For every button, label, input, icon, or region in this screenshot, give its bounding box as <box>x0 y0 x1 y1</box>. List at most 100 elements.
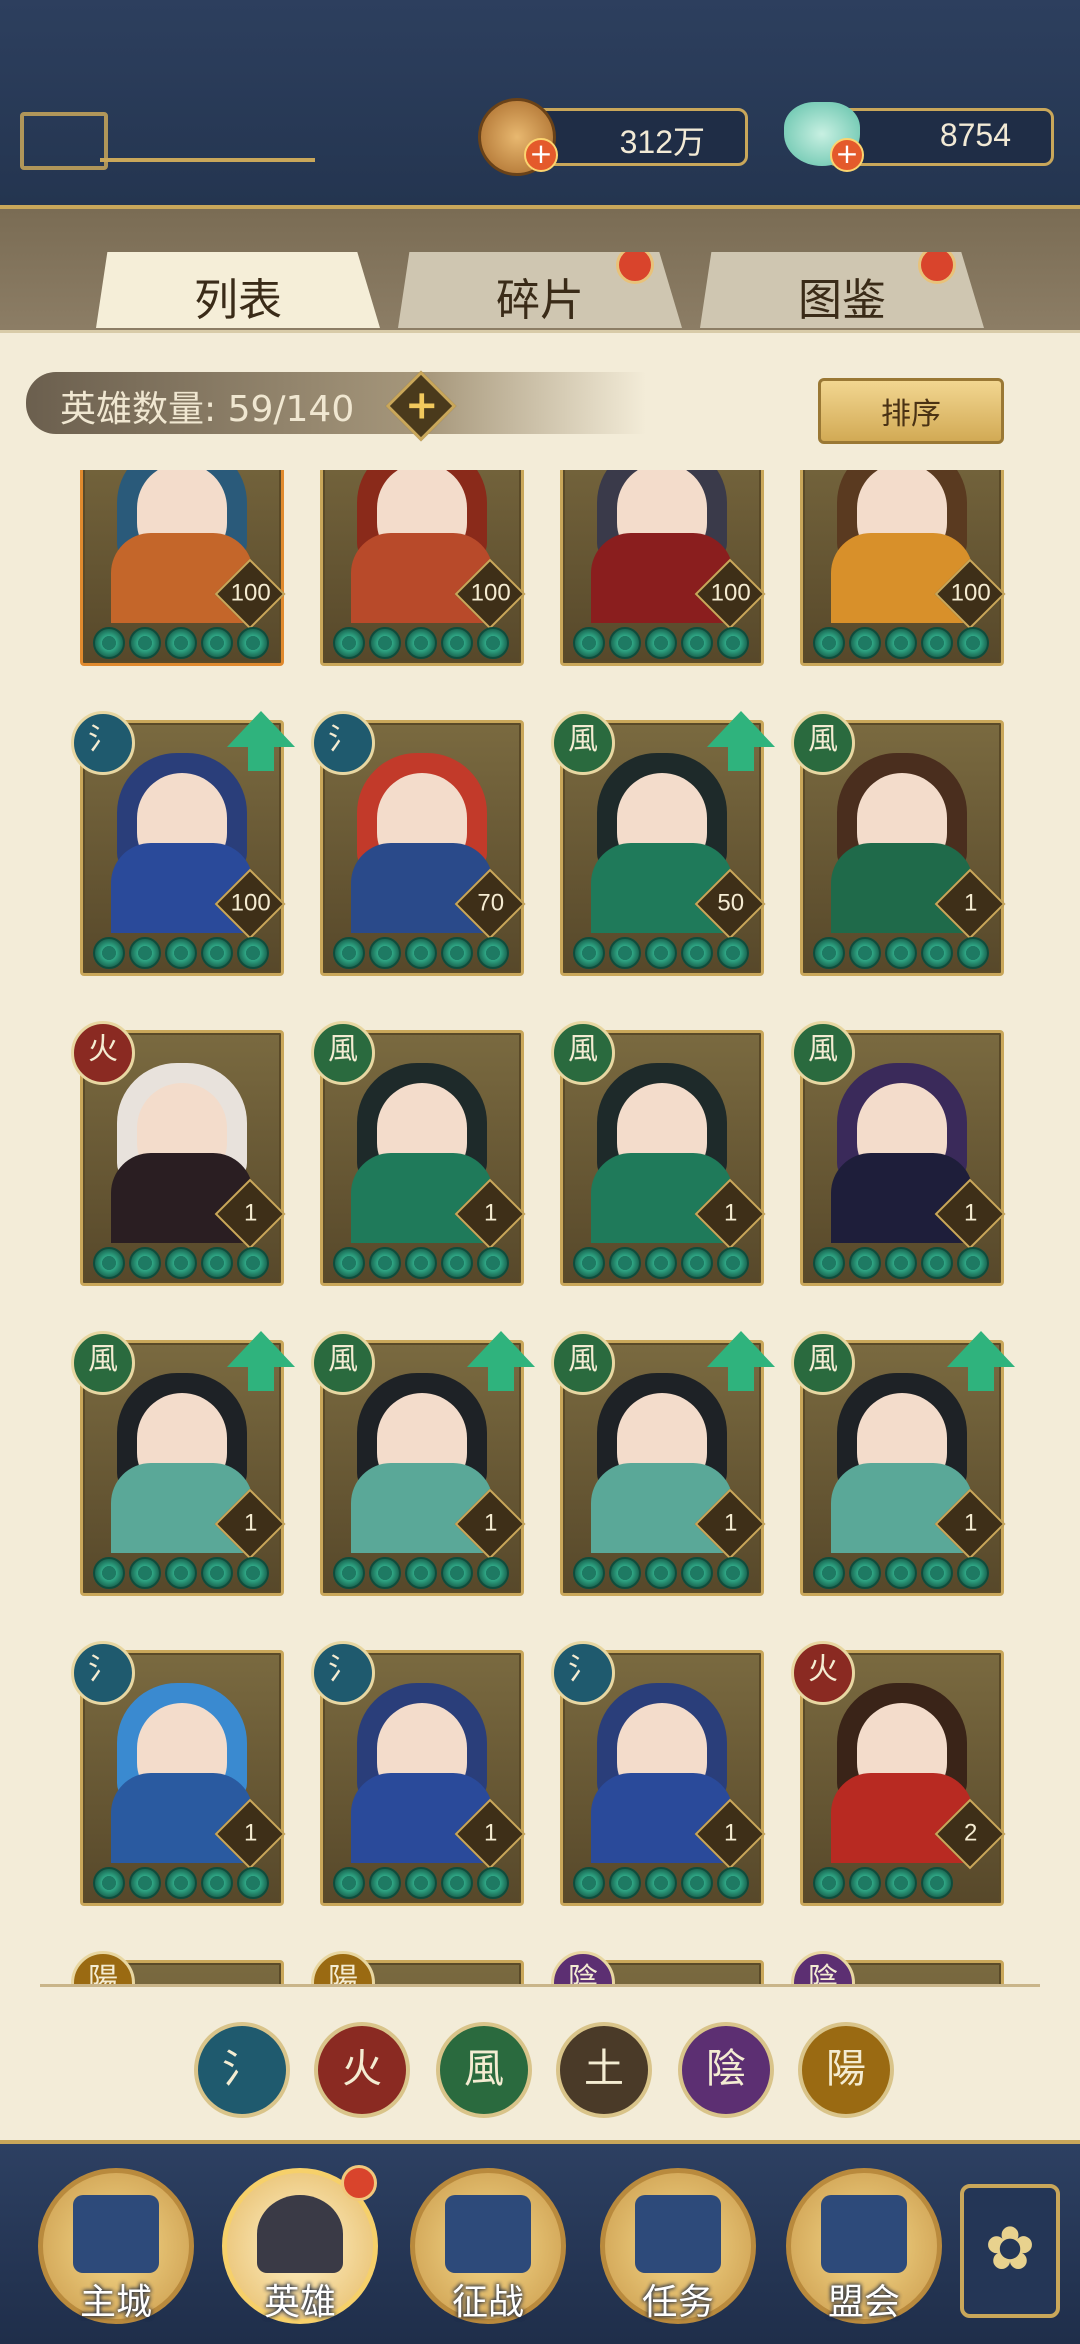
jade-star-icon <box>813 937 845 969</box>
hero-star-rating <box>93 1557 269 1589</box>
tab-shards[interactable]: 碎片 <box>398 252 682 328</box>
jade-star-icon <box>129 1557 161 1589</box>
hero-card[interactable]: 100 <box>560 470 766 666</box>
filter-fire-button[interactable]: 火 <box>314 2022 410 2118</box>
hero-level: 2 <box>964 1819 978 1847</box>
nav-city-gate[interactable]: 主城 <box>38 2168 194 2324</box>
add-jade-icon[interactable]: + <box>830 138 864 172</box>
jade-star-icon <box>681 1247 713 1279</box>
upgrade-arrow-icon <box>707 711 775 771</box>
jade-star-icon <box>93 627 125 659</box>
hero-card[interactable]: 陽 <box>311 1951 524 1985</box>
jade-star-icon <box>813 627 845 659</box>
hero-card[interactable]: 1氵 <box>551 1641 766 1906</box>
jade-star-icon <box>201 1247 233 1279</box>
wind-element-icon: 風 <box>311 1331 375 1395</box>
hero-card[interactable]: 1氵 <box>311 1641 526 1906</box>
sort-button[interactable]: 排序 <box>818 378 1004 444</box>
hero-level: 1 <box>244 1199 258 1227</box>
filter-yin-button[interactable]: 陰 <box>678 2022 774 2118</box>
hero-card[interactable]: 陽 <box>71 1951 284 1985</box>
jade-star-icon <box>849 1247 881 1279</box>
hero-card[interactable]: 70 氵 <box>311 711 526 976</box>
tab-list[interactable]: 列表 <box>96 252 380 328</box>
hero-star-rating <box>333 1867 509 1899</box>
jade-star-icon <box>333 1557 365 1589</box>
tab-codex[interactable]: 图鉴 <box>700 252 984 328</box>
jade-star-icon <box>573 1557 605 1589</box>
jade-star-icon <box>129 1867 161 1899</box>
nav-battle-scroll[interactable]: 征战 <box>410 2168 566 2324</box>
tab-list-label: 列表 <box>194 275 282 326</box>
jade-star-icon <box>813 1247 845 1279</box>
jade-star-icon <box>237 1557 269 1589</box>
hero-level: 1 <box>244 1509 258 1537</box>
wind-element-icon: 風 <box>791 1331 855 1395</box>
jade-star-icon <box>477 1867 509 1899</box>
wind-element-icon: 風 <box>791 711 855 775</box>
hero-star-rating <box>333 627 509 659</box>
jade-star-icon <box>849 627 881 659</box>
hero-level: 70 <box>477 889 505 917</box>
hero-card[interactable]: 50 風 <box>551 711 775 976</box>
hero-card[interactable]: 陰 <box>551 1951 764 1985</box>
hero-card[interactable]: 1風 <box>791 711 1006 976</box>
hero-star-rating <box>813 937 989 969</box>
jade-star-icon <box>813 1867 845 1899</box>
upgrade-arrow-icon <box>947 1331 1015 1391</box>
jade-star-icon <box>573 627 605 659</box>
jade-star-icon <box>333 937 365 969</box>
wind-element-icon: 風 <box>551 1021 615 1085</box>
hero-card[interactable]: 1風 <box>311 1331 535 1596</box>
hero-card[interactable]: 1氵 <box>71 1641 286 1906</box>
jade-star-icon <box>441 1247 473 1279</box>
jade-star-icon <box>921 1557 953 1589</box>
hero-star-rating <box>93 627 269 659</box>
hero-card[interactable]: 陰 <box>791 1951 1004 1985</box>
more-menu-button[interactable]: ✿ <box>960 2184 1060 2318</box>
filter-earth-button[interactable]: 土 <box>556 2022 652 2118</box>
jade-star-icon <box>237 1247 269 1279</box>
hero-level: 50 <box>717 889 745 917</box>
hero-card[interactable]: 1風 <box>71 1331 295 1596</box>
nav-alliance-pavilion[interactable]: 盟会 <box>786 2168 942 2324</box>
jade-star-icon <box>93 1557 125 1589</box>
nav-quest-scroll[interactable]: 任务 <box>600 2168 756 2324</box>
hero-card[interactable]: 2火 <box>791 1641 1006 1906</box>
jade-star-icon <box>681 627 713 659</box>
hero-card[interactable]: 100 <box>800 470 1006 666</box>
hero-card[interactable]: 1火 <box>71 1021 286 1286</box>
jade-star-icon <box>477 1247 509 1279</box>
hero-star-rating <box>333 1557 509 1589</box>
yin-element-icon: 陰 <box>551 1951 615 1985</box>
jade-star-icon <box>237 627 269 659</box>
filter-wind-button[interactable]: 風 <box>436 2022 532 2118</box>
jade-star-icon <box>681 1867 713 1899</box>
hero-card[interactable]: 1風 <box>791 1021 1006 1286</box>
hero-card[interactable]: 1風 <box>791 1331 1015 1596</box>
add-coin-icon[interactable]: + <box>524 138 558 172</box>
jade-star-icon <box>129 937 161 969</box>
hero-star-rating <box>573 1867 749 1899</box>
filter-water-button[interactable]: 氵 <box>194 2022 290 2118</box>
jade-star-icon <box>717 1247 749 1279</box>
jade-star-icon <box>645 1867 677 1899</box>
jade-star-icon <box>681 937 713 969</box>
hero-card[interactable]: 1風 <box>551 1331 775 1596</box>
hero-level: 1 <box>484 1509 498 1537</box>
jade-star-icon <box>609 1557 641 1589</box>
jade-star-icon <box>957 1557 989 1589</box>
nav-hero-portrait[interactable]: 英雄 <box>222 2165 378 2324</box>
jade-star-icon <box>957 937 989 969</box>
jade-star-icon <box>573 1867 605 1899</box>
hero-card[interactable]: 100 <box>80 470 286 666</box>
battle-scroll-icon <box>445 2195 531 2273</box>
hero-star-rating <box>573 1247 749 1279</box>
jade-star-icon <box>333 1247 365 1279</box>
filter-yang-button[interactable]: 陽 <box>798 2022 894 2118</box>
hero-card[interactable]: 100 <box>320 470 526 666</box>
hero-card[interactable]: 100 氵 <box>71 711 295 976</box>
hero-card[interactable]: 1風 <box>311 1021 526 1286</box>
hero-card[interactable]: 1風 <box>551 1021 766 1286</box>
nav-label: 英雄 <box>263 2282 336 2323</box>
